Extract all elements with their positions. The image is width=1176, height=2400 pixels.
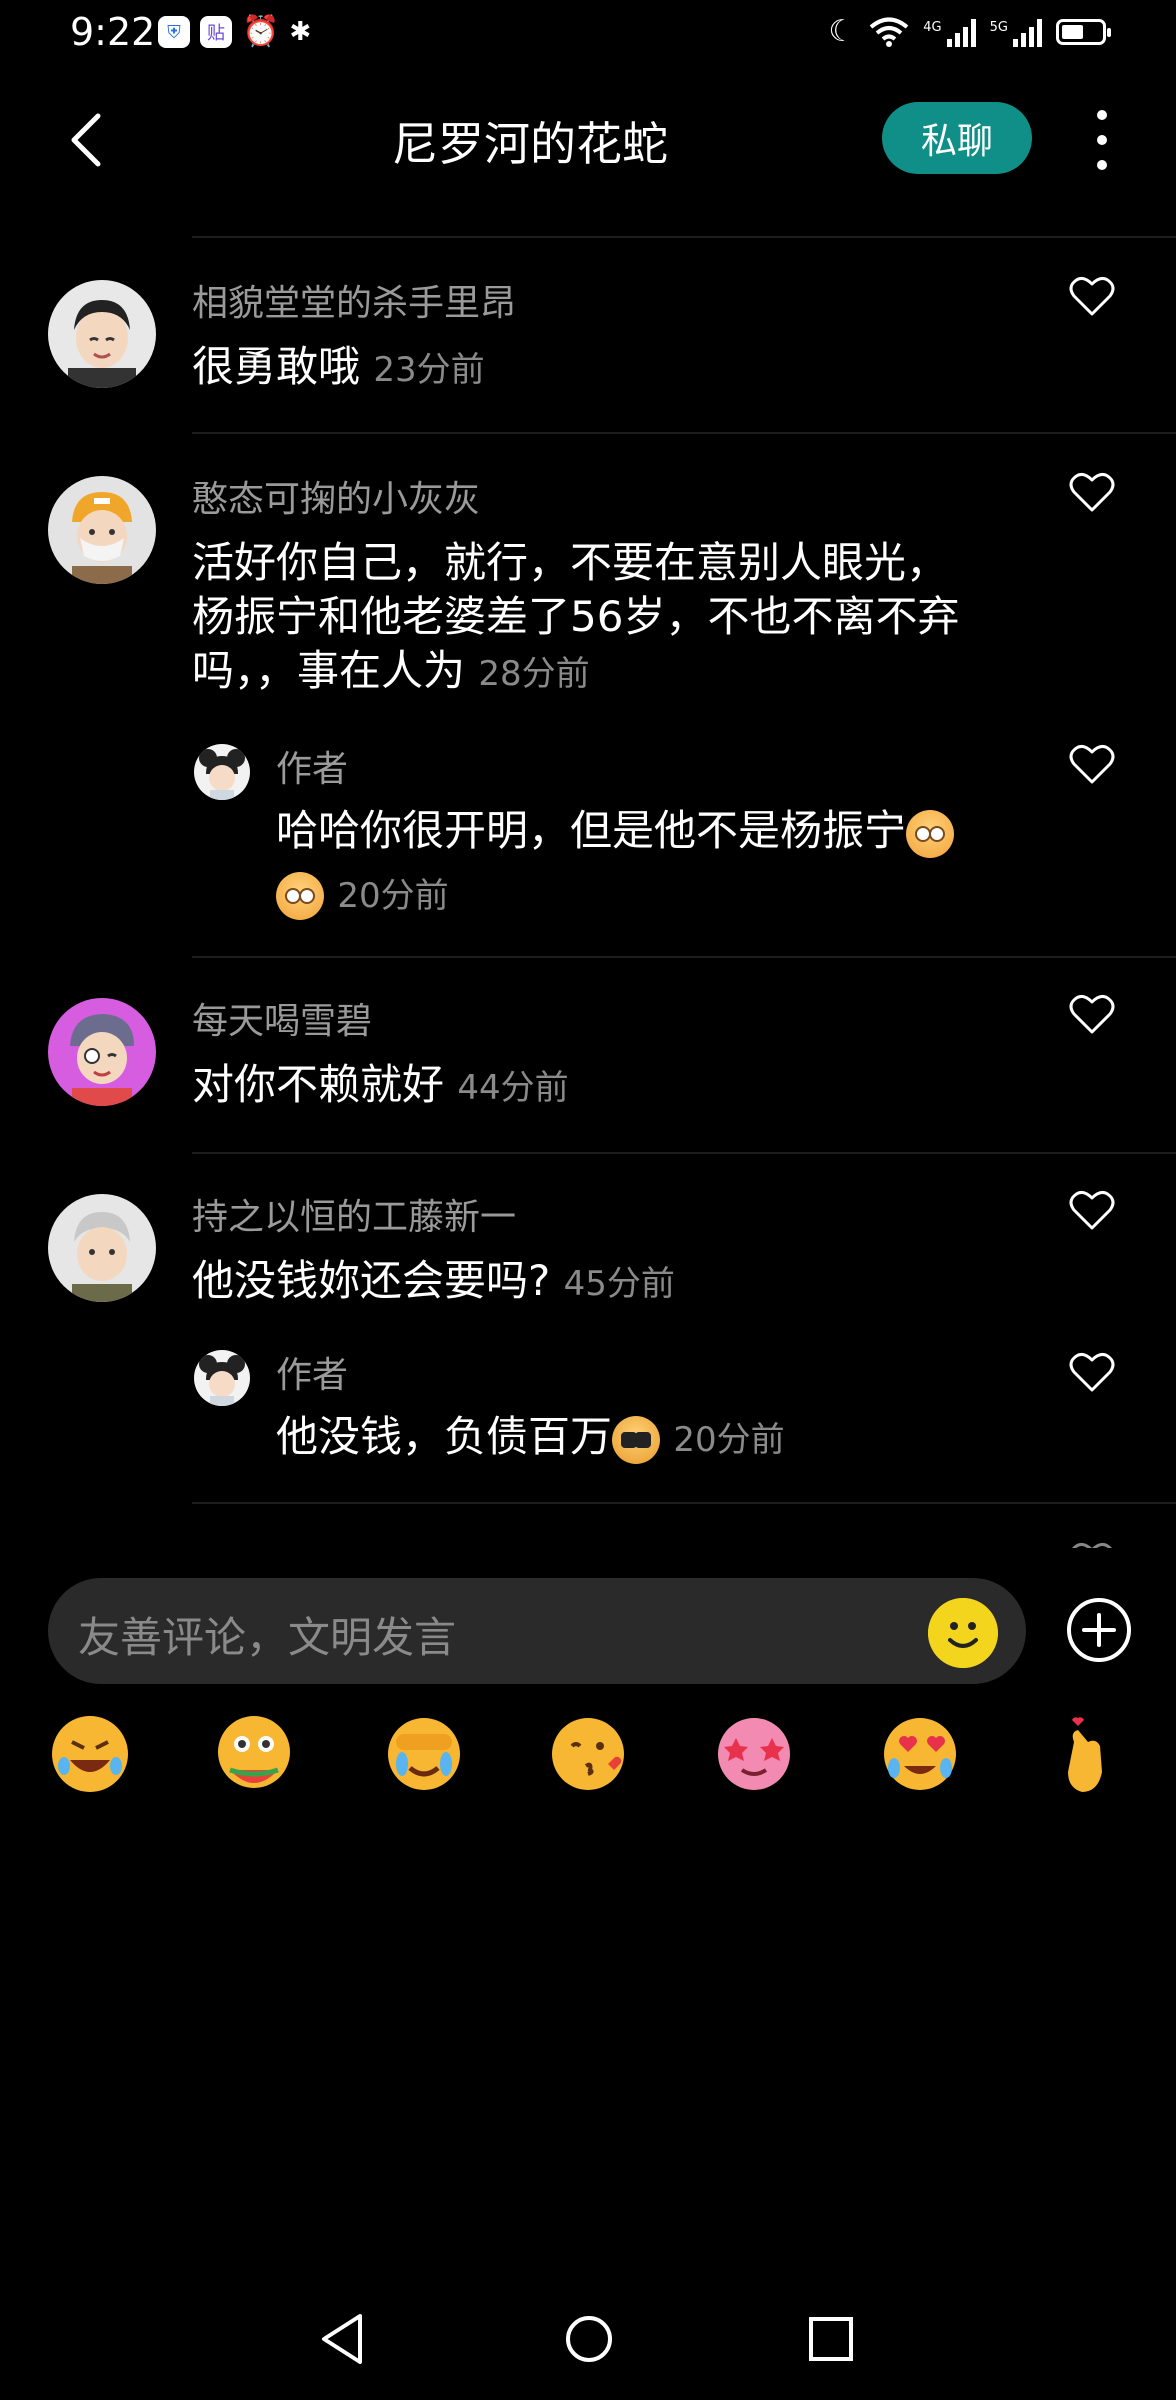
bluetooth-icon: ✱ (289, 17, 312, 47)
comment-author[interactable]: 相貌堂堂的杀手里昂 (192, 274, 516, 326)
nav-back-icon[interactable] (318, 2312, 366, 2366)
status-bar: 9:22 ⛨ 贴 ⏰ ✱ ☾ 4G 5G (0, 0, 1176, 70)
avatar[interactable] (48, 280, 156, 388)
like-heart-icon-partial (1068, 1540, 1116, 1548)
divider (192, 432, 1176, 434)
kiss-heart-emoji[interactable] (546, 1712, 630, 1796)
reply-text: 他没钱，负债百万 20分前 (276, 1410, 785, 1467)
system-nav-bar (0, 2290, 1176, 2390)
like-heart-icon[interactable] (1068, 1188, 1116, 1232)
more-vertical-icon[interactable] (1090, 110, 1114, 170)
avatar[interactable] (48, 476, 156, 584)
comment-time: 44分前 (457, 1068, 569, 1108)
shield-app-icon: ⛨ (158, 16, 190, 48)
status-right: ☾ 4G 5G (828, 14, 1111, 49)
moon-icon: ☾ (828, 14, 856, 49)
comment-text: 对你不赖就好 44分前 (192, 1058, 569, 1115)
author-avatar[interactable] (194, 1350, 250, 1406)
pleading-face-emoji (276, 871, 324, 920)
comment-author[interactable]: 每天喝雪碧 (192, 992, 372, 1044)
comment-text: 很勇敢哦 23分前 (192, 340, 485, 397)
like-heart-icon[interactable] (1068, 742, 1116, 786)
reply-time: 20分前 (673, 1420, 785, 1460)
watermelon-eating-emoji[interactable] (212, 1712, 296, 1796)
finger-heart-emoji[interactable] (1044, 1712, 1128, 1796)
like-heart-icon[interactable] (1068, 274, 1116, 318)
comment-author[interactable]: 憨态可掬的小灰灰 (192, 470, 480, 522)
heart-eyes-crying-emoji[interactable] (878, 1712, 962, 1796)
comment-text: 活好你自己，就行，不要在意别人眼光， 杨振宁和他老婆差了56岁，不也不离不弃 吗… (192, 536, 959, 701)
like-heart-icon[interactable] (1068, 470, 1116, 514)
signal-4g-icon: 4G (923, 17, 976, 47)
nav-home-icon[interactable] (564, 2314, 614, 2364)
comment-input-bar[interactable]: 友善评论，文明发言 (48, 1578, 1026, 1684)
emoji-picker-icon[interactable] (928, 1598, 998, 1668)
author-avatar[interactable] (194, 744, 250, 800)
sunglasses-emoji (612, 1415, 661, 1464)
plus-circle-icon[interactable] (1066, 1597, 1132, 1663)
divider (192, 1152, 1176, 1154)
tieba-app-icon: 贴 (200, 16, 232, 48)
battery-icon (1056, 19, 1111, 45)
star-struck-emoji[interactable] (712, 1712, 796, 1796)
network-4g-label: 4G (923, 20, 942, 35)
comment-line: 吗，，事在人为 (192, 646, 466, 695)
rofl-emoji[interactable] (48, 1712, 132, 1796)
like-heart-icon[interactable] (1068, 992, 1116, 1036)
alarm-icon: ⏰ (242, 14, 280, 49)
comment-time: 23分前 (373, 350, 485, 390)
comment-line: 活好你自己，就行，不要在意别人眼光， (192, 538, 949, 587)
comment-line: 杨振宁和他老婆差了56岁，不也不离不弃 (192, 592, 960, 641)
status-time: 9:22 (70, 10, 156, 54)
comment-body: 很勇敢哦 (192, 342, 361, 391)
comment-body: 对你不赖就好 (192, 1060, 445, 1109)
nav-recent-icon[interactable] (808, 2316, 854, 2362)
reply-body: 他没钱，负债百万 (276, 1412, 613, 1461)
reply-body: 哈哈你很开明，但是他不是杨振宁 (276, 806, 907, 855)
comment-text: 他没钱妳还会要吗? 45分前 (192, 1254, 675, 1311)
private-chat-button[interactable]: 私聊 (882, 102, 1032, 174)
wifi-icon (870, 17, 909, 47)
pleading-face-emoji (906, 809, 955, 858)
top-bar: 尼罗河的花蛇 私聊 (0, 80, 1176, 200)
divider (192, 956, 1176, 958)
reply-time: 20分前 (337, 876, 449, 916)
divider (192, 236, 1176, 238)
crying-facepalm-emoji[interactable] (382, 1712, 466, 1796)
signal-5g-icon: 5G (990, 17, 1042, 47)
comment-author[interactable]: 持之以恒的工藤新一 (192, 1188, 516, 1240)
quick-emoji-row (48, 1712, 1128, 1812)
comment-input-placeholder[interactable]: 友善评论，文明发言 (78, 1604, 456, 1665)
reply-author[interactable]: 作者 (276, 740, 348, 792)
like-heart-icon[interactable] (1068, 1350, 1116, 1394)
comment-time: 45分前 (563, 1264, 675, 1304)
comment-body: 他没钱妳还会要吗? (192, 1256, 551, 1305)
avatar[interactable] (48, 998, 156, 1106)
reply-text: 哈哈你很开明，但是他不是杨振宁 20分前 (276, 804, 955, 923)
network-5g-label: 5G (989, 20, 1008, 35)
notification-icons: ⛨ 贴 ⏰ ✱ (158, 16, 311, 48)
divider (192, 1502, 1176, 1504)
avatar[interactable] (48, 1194, 156, 1302)
comment-time: 28分前 (478, 654, 590, 694)
reply-author[interactable]: 作者 (276, 1346, 348, 1398)
